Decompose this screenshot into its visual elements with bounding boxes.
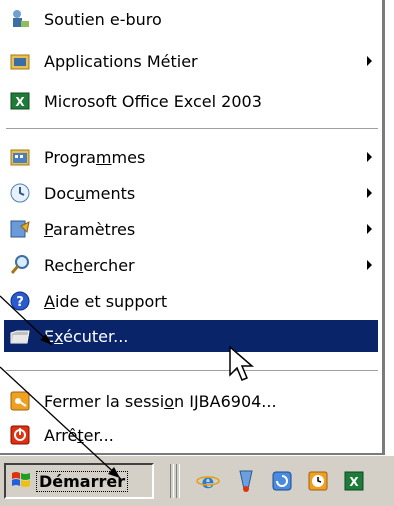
menu-item-fermer-session[interactable]: Fermer la session IJBA6904... xyxy=(4,386,378,416)
submenu-arrow-icon xyxy=(367,188,372,198)
svg-text:?: ? xyxy=(16,295,24,310)
menu-item-label: Paramètres xyxy=(44,219,136,239)
svg-text:X: X xyxy=(349,475,359,489)
clock-icon[interactable] xyxy=(304,467,332,495)
submenu-arrow-icon xyxy=(367,56,372,66)
taskbar-divider xyxy=(170,464,174,498)
excel-icon: X xyxy=(8,89,32,113)
menu-item-label: Microsoft Office Excel 2003 xyxy=(44,91,262,111)
menu-item-parametres[interactable]: Paramètres xyxy=(4,214,378,244)
start-menu: Soutien e-buro Applications Métier X Mic… xyxy=(0,0,385,455)
menu-item-label: Rechercher xyxy=(44,255,135,275)
taskbar-divider xyxy=(176,464,180,498)
menu-item-arreter[interactable]: Arrêter... xyxy=(4,420,378,450)
support-person-icon xyxy=(8,7,32,31)
program-folder-icon xyxy=(8,49,32,73)
thermometer-icon[interactable] xyxy=(232,467,260,495)
menu-item-executer[interactable]: Exécuter... xyxy=(4,320,378,352)
menu-item-label: Documents xyxy=(44,183,136,203)
run-icon xyxy=(8,324,32,348)
menu-item-aide[interactable]: ? Aide et support xyxy=(4,286,378,316)
menu-item-label: Aide et support xyxy=(44,291,168,311)
menu-item-documents[interactable]: Documents xyxy=(4,178,378,208)
shutdown-icon xyxy=(8,423,32,447)
start-button-label: Démarrer xyxy=(36,470,129,492)
menu-item-rechercher[interactable]: Rechercher xyxy=(4,250,378,280)
refresh-icon[interactable] xyxy=(268,467,296,495)
search-icon xyxy=(8,253,32,277)
programs-icon xyxy=(8,145,32,169)
menu-separator xyxy=(6,370,378,372)
menu-item-label: Fermer la session IJBA6904... xyxy=(44,391,277,411)
settings-icon xyxy=(8,217,32,241)
menu-item-applications-metier[interactable]: Applications Métier xyxy=(4,46,378,76)
submenu-arrow-icon xyxy=(367,260,372,270)
menu-item-label: Exécuter... xyxy=(44,326,129,346)
menu-item-label: Soutien e-buro xyxy=(44,9,162,29)
menu-separator xyxy=(6,128,378,130)
start-button[interactable]: Démarrer xyxy=(4,463,154,499)
windows-flag-icon xyxy=(10,469,32,493)
menu-item-label: Arrêter... xyxy=(44,425,114,445)
svg-text:e: e xyxy=(202,469,215,493)
taskbar: Démarrer e X xyxy=(0,455,394,506)
menu-item-programmes[interactable]: Programmes xyxy=(4,142,378,172)
excel-icon[interactable]: X xyxy=(340,467,368,495)
menu-item-label: Applications Métier xyxy=(44,51,198,71)
help-icon: ? xyxy=(8,289,32,313)
internet-explorer-icon[interactable]: e xyxy=(194,467,222,495)
svg-text:X: X xyxy=(15,95,25,109)
submenu-arrow-icon xyxy=(367,224,372,234)
menu-item-label: Programmes xyxy=(44,147,146,167)
menu-item-soutien[interactable]: Soutien e-buro xyxy=(4,4,378,34)
menu-item-excel[interactable]: X Microsoft Office Excel 2003 xyxy=(4,86,378,116)
submenu-arrow-icon xyxy=(367,152,372,162)
logoff-icon xyxy=(8,389,32,413)
documents-icon xyxy=(8,181,32,205)
